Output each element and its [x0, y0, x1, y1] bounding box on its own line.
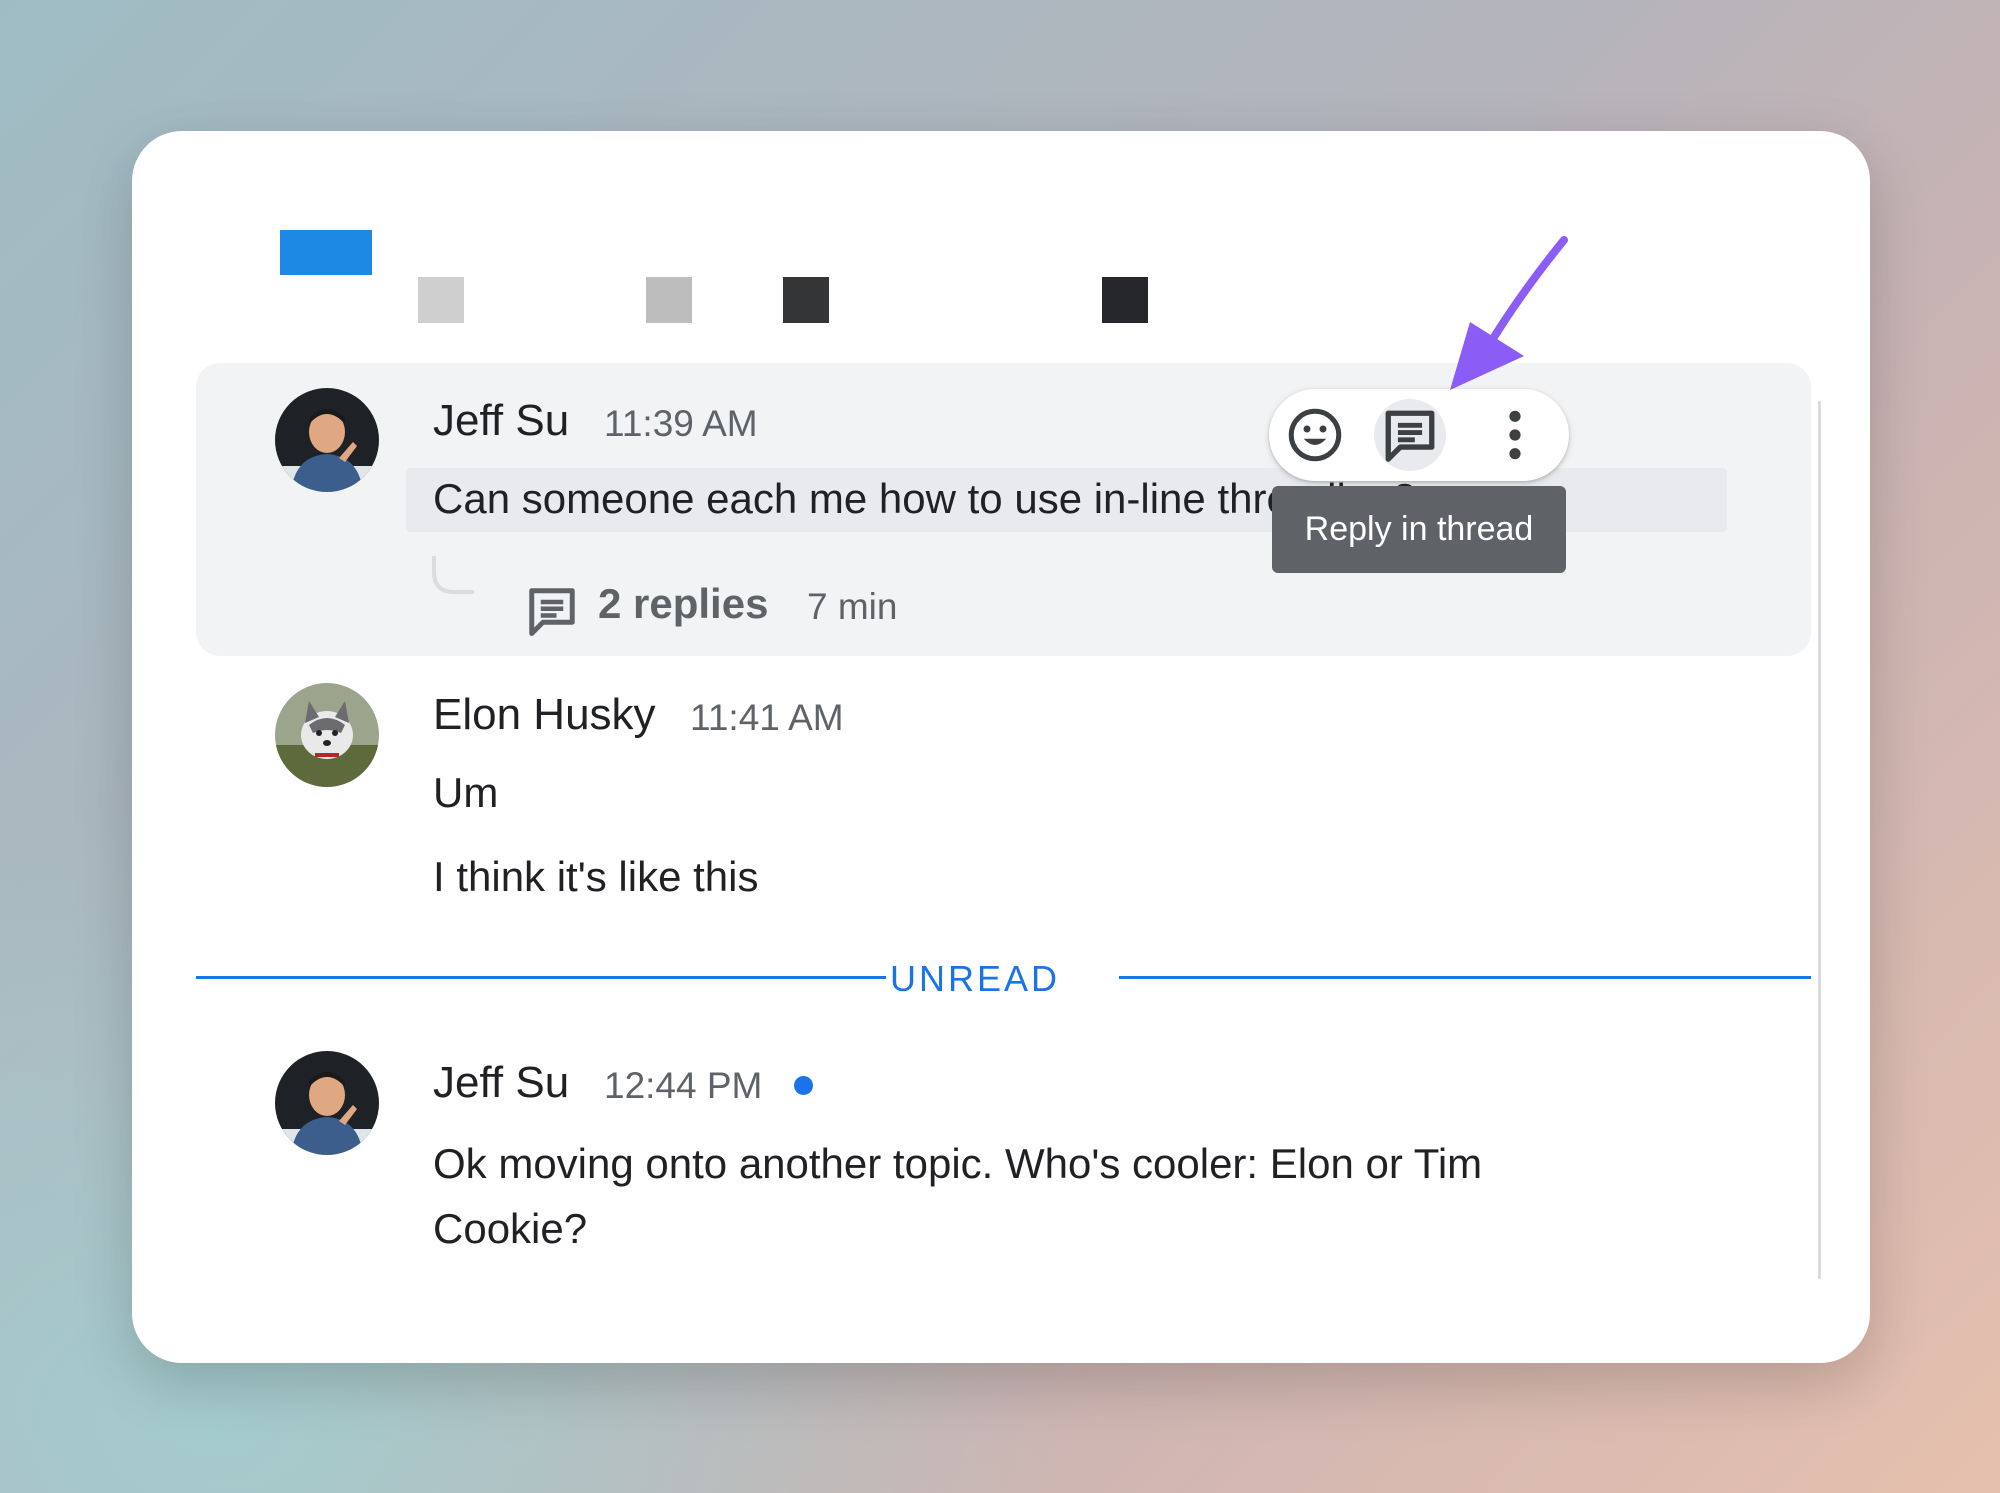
message-time: 11:39 AM — [604, 403, 758, 444]
unread-divider-left — [196, 976, 886, 979]
scrollbar[interactable] — [1818, 401, 1821, 1279]
message-text: I think it's like this — [433, 853, 759, 900]
message-action-bar — [1269, 389, 1569, 481]
chat-panel: Jeff Su 11:39 AM Can someone each me how… — [132, 131, 1870, 1363]
unread-dot — [794, 1076, 813, 1095]
thread-icon — [529, 588, 575, 636]
avatar-jeff-su[interactable] — [275, 388, 379, 492]
unread-label: UNREAD — [890, 958, 1061, 999]
message-time: 11:41 AM — [690, 697, 844, 738]
emoji-smile-icon — [1288, 408, 1342, 462]
message-text: Ok moving onto another topic. Who's cool… — [433, 1140, 1483, 1187]
annotation-arrow-icon — [1450, 236, 1568, 390]
reply-in-thread-button[interactable] — [1374, 399, 1446, 471]
redacted-block-blue — [280, 230, 372, 275]
redacted-block — [646, 277, 692, 323]
message-author: Jeff Su — [433, 396, 570, 445]
tooltip-reply-in-thread: Reply in thread — [1272, 486, 1566, 573]
redacted-block — [783, 277, 829, 323]
thread-reply-count: 2 replies — [598, 580, 769, 627]
more-options-button[interactable] — [1479, 399, 1551, 471]
redacted-block — [1102, 277, 1148, 323]
thread-summary[interactable]: 2 replies 7 min — [525, 572, 945, 636]
redacted-block — [418, 277, 464, 323]
message-author: Elon Husky — [433, 690, 656, 739]
add-reaction-button[interactable] — [1279, 399, 1351, 471]
avatar-jeff-su[interactable] — [275, 1051, 379, 1155]
message-author: Jeff Su — [433, 1058, 570, 1107]
thread-connector-line — [432, 556, 474, 594]
more-vert-icon — [1509, 410, 1521, 460]
thread-last-reply-time: 7 min — [807, 586, 898, 627]
message-text: Can someone each me how to use in-line t… — [433, 475, 1416, 522]
message-text: Cookie? — [433, 1205, 588, 1252]
message-text: Um — [433, 769, 499, 816]
avatar-elon-husky[interactable] — [275, 683, 379, 787]
reply-thread-icon — [1385, 410, 1435, 462]
message-time: 12:44 PM — [604, 1065, 763, 1106]
unread-divider-right — [1119, 976, 1811, 979]
